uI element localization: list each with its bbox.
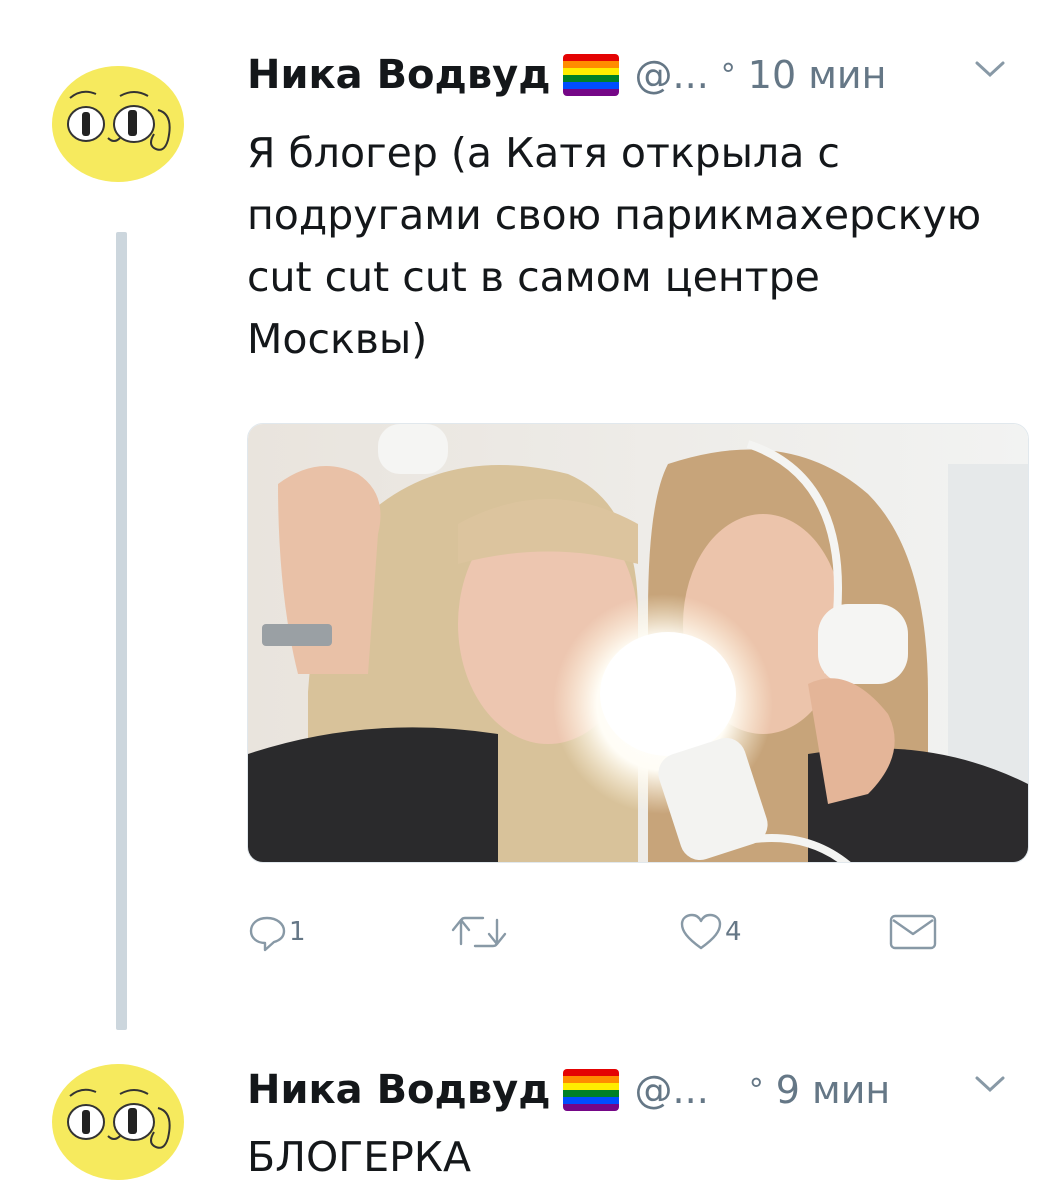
photo-image bbox=[248, 424, 1028, 862]
author-name[interactable]: Ника Водвуд bbox=[247, 1067, 551, 1113]
like-count: 4 bbox=[725, 917, 742, 947]
tweet-text: БЛОГЕРКА bbox=[247, 1133, 472, 1181]
avatar[interactable] bbox=[50, 62, 190, 182]
separator-dot: ° bbox=[748, 1072, 764, 1108]
tweet[interactable]: Ника Водвуд @... ° 10 мин Я блогер (а Ка… bbox=[0, 0, 1041, 1040]
author-handle[interactable]: @... bbox=[635, 53, 709, 97]
avatar-illustration bbox=[52, 66, 184, 182]
author-name[interactable]: Ника Водвуд bbox=[247, 52, 551, 98]
retweet-icon bbox=[451, 916, 507, 948]
timestamp[interactable]: 9 мин bbox=[776, 1068, 890, 1112]
direct-message-button[interactable] bbox=[887, 900, 939, 964]
retweet-button[interactable] bbox=[447, 900, 513, 964]
like-button[interactable]: 4 bbox=[679, 900, 742, 964]
avatar-illustration bbox=[52, 1064, 184, 1180]
reply-icon bbox=[249, 916, 286, 952]
rainbow-flag-icon bbox=[562, 54, 619, 96]
separator-dot: ° bbox=[720, 57, 736, 93]
envelope-icon bbox=[889, 914, 937, 950]
chevron-down-icon[interactable] bbox=[973, 57, 1007, 81]
reply-count: 1 bbox=[289, 917, 306, 947]
reply-button[interactable]: 1 bbox=[247, 900, 306, 964]
rainbow-flag-icon bbox=[562, 1069, 619, 1111]
chevron-down-icon[interactable] bbox=[973, 1072, 1007, 1096]
avatar[interactable] bbox=[50, 1060, 190, 1180]
author-handle[interactable]: @... bbox=[635, 1068, 709, 1112]
tweet-photo[interactable] bbox=[247, 423, 1029, 863]
tweet[interactable]: Ника Водвуд @... ° 9 мин БЛОГЕРКА bbox=[0, 1040, 1041, 1187]
tweet-actions: 1 4 bbox=[247, 900, 1027, 964]
heart-icon bbox=[680, 913, 722, 950]
tweet-header: Ника Водвуд @... ° 9 мин bbox=[247, 1060, 1021, 1120]
tweet-text: Я блогер (а Катя открыла с подругами сво… bbox=[247, 129, 982, 363]
thread-line bbox=[116, 232, 127, 1030]
tweet-header: Ника Водвуд @... ° 10 мин bbox=[247, 45, 1021, 105]
timestamp[interactable]: 10 мин bbox=[748, 53, 887, 97]
